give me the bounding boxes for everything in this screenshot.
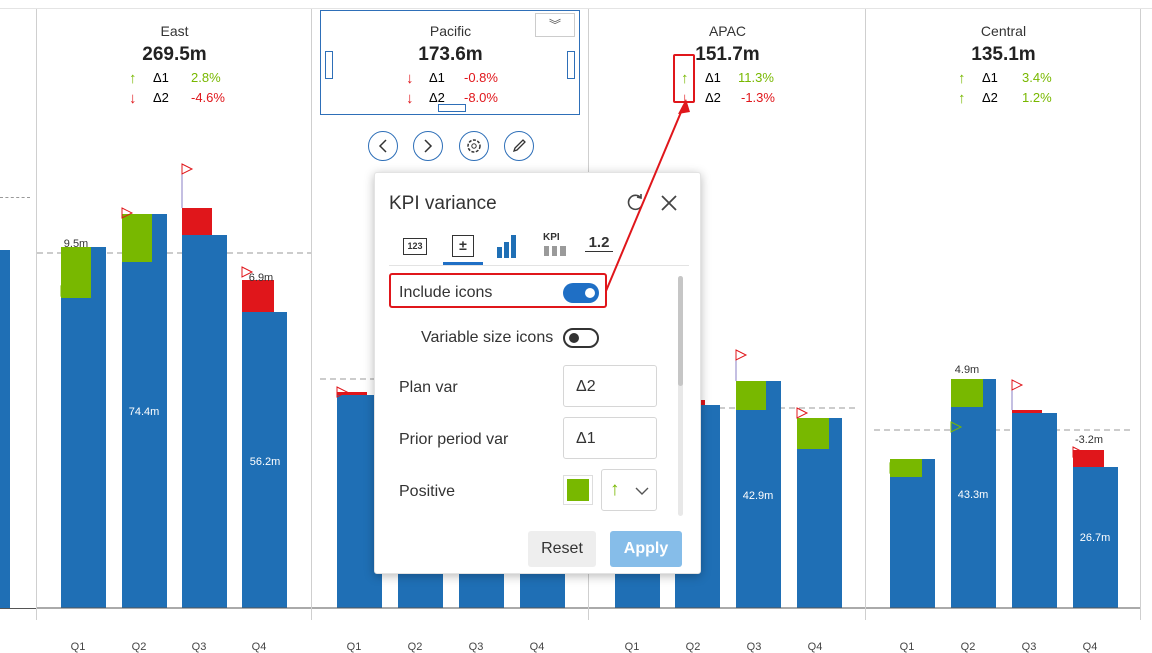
panel-east: East 269.5m ↑ Δ1 2.8% ↓ Δ2 -4.6% 9.5m 74… [36, 8, 312, 653]
variable-size-icons-label: Variable size icons [421, 329, 554, 346]
plan-var-label: Plan var [399, 379, 458, 396]
x-tick: Q1 [70, 641, 86, 653]
x-tick: Q1 [346, 641, 362, 653]
x-tick: Q3 [1021, 641, 1037, 653]
left-partial-panel [0, 0, 36, 620]
tab-label: ± [459, 237, 467, 253]
plan-var-input[interactable]: Δ2 [563, 365, 657, 407]
include-icons-label: Include icons [399, 284, 493, 301]
bar-label: 74.4m [128, 406, 160, 418]
baseline [0, 608, 36, 609]
x-tick: Q1 [624, 641, 640, 653]
x-tick: Q4 [529, 641, 545, 653]
prior-period-var-input[interactable]: Δ1 [563, 417, 657, 459]
x-tick: Q3 [191, 641, 207, 653]
tab-kpi[interactable]: KPI [539, 231, 579, 265]
bar-label: 56.2m [249, 456, 281, 468]
positive-label: Positive [399, 483, 456, 500]
color-fill [567, 479, 589, 501]
reset-button[interactable]: Reset [528, 531, 596, 567]
bar-label: 43.3m [957, 489, 989, 501]
refresh-icon[interactable] [624, 192, 646, 214]
numbers-icon: 123 [403, 238, 427, 255]
bar-chart-icon [497, 235, 516, 258]
dialog-title: KPI variance [389, 193, 497, 214]
include-icons-toggle[interactable] [563, 283, 599, 303]
tab-label: 123 [407, 241, 423, 251]
top-border [0, 8, 1152, 9]
kpi-icon: KPI [543, 232, 560, 243]
scrollbar-thumb[interactable] [678, 276, 683, 386]
chevron-down-icon [635, 487, 649, 495]
tab-number-format[interactable]: 123 [397, 231, 437, 265]
tab-chart[interactable] [493, 231, 533, 265]
kpi-variance-dialog: KPI variance 123 ± KPI 1.2 Include icons… [374, 172, 701, 574]
central-chart [866, 379, 1141, 609]
panel-central: Central 135.1m ↑ Δ1 3.4% ↑ Δ2 1.2% 4.9m … [865, 8, 1141, 653]
bar-label: 4.9m [954, 364, 980, 376]
dialog-tabs: 123 ± KPI 1.2 [389, 231, 689, 266]
bar [0, 250, 10, 608]
right-edge-divider [1140, 8, 1141, 620]
target-line [0, 197, 30, 198]
tab-decimal[interactable]: 1.2 [585, 231, 625, 265]
bar-label: 6.9m [248, 272, 274, 284]
decimal-icon: 1.2 [585, 234, 613, 252]
close-icon[interactable] [658, 192, 680, 214]
kpi-bars-icon [544, 246, 566, 256]
x-tick: Q4 [1082, 641, 1098, 653]
bar-label: -3.2m [1074, 434, 1104, 446]
x-tick: Q3 [746, 641, 762, 653]
positive-color-swatch[interactable] [563, 475, 593, 505]
x-tick: Q4 [807, 641, 823, 653]
east-chart [37, 163, 312, 609]
x-tick: Q2 [131, 641, 147, 653]
bar-label: 42.9m [742, 490, 774, 502]
arrow-up-icon: ↑ [610, 479, 620, 500]
apply-button[interactable]: Apply [610, 531, 682, 567]
bar-label: 26.7m [1079, 532, 1111, 544]
x-tick: Q3 [468, 641, 484, 653]
prior-period-var-label: Prior period var [399, 431, 509, 448]
x-tick: Q4 [251, 641, 267, 653]
x-tick: Q2 [407, 641, 423, 653]
tab-variance[interactable]: ± [443, 231, 483, 265]
x-tick: Q1 [899, 641, 915, 653]
variable-size-icons-toggle[interactable] [563, 328, 599, 348]
x-tick: Q2 [960, 641, 976, 653]
x-tick: Q2 [685, 641, 701, 653]
bar-label: 9.5m [63, 238, 89, 250]
scrollbar[interactable] [678, 276, 683, 516]
plus-minus-icon: ± [452, 235, 474, 257]
positive-icon-select[interactable]: ↑ [601, 469, 657, 511]
